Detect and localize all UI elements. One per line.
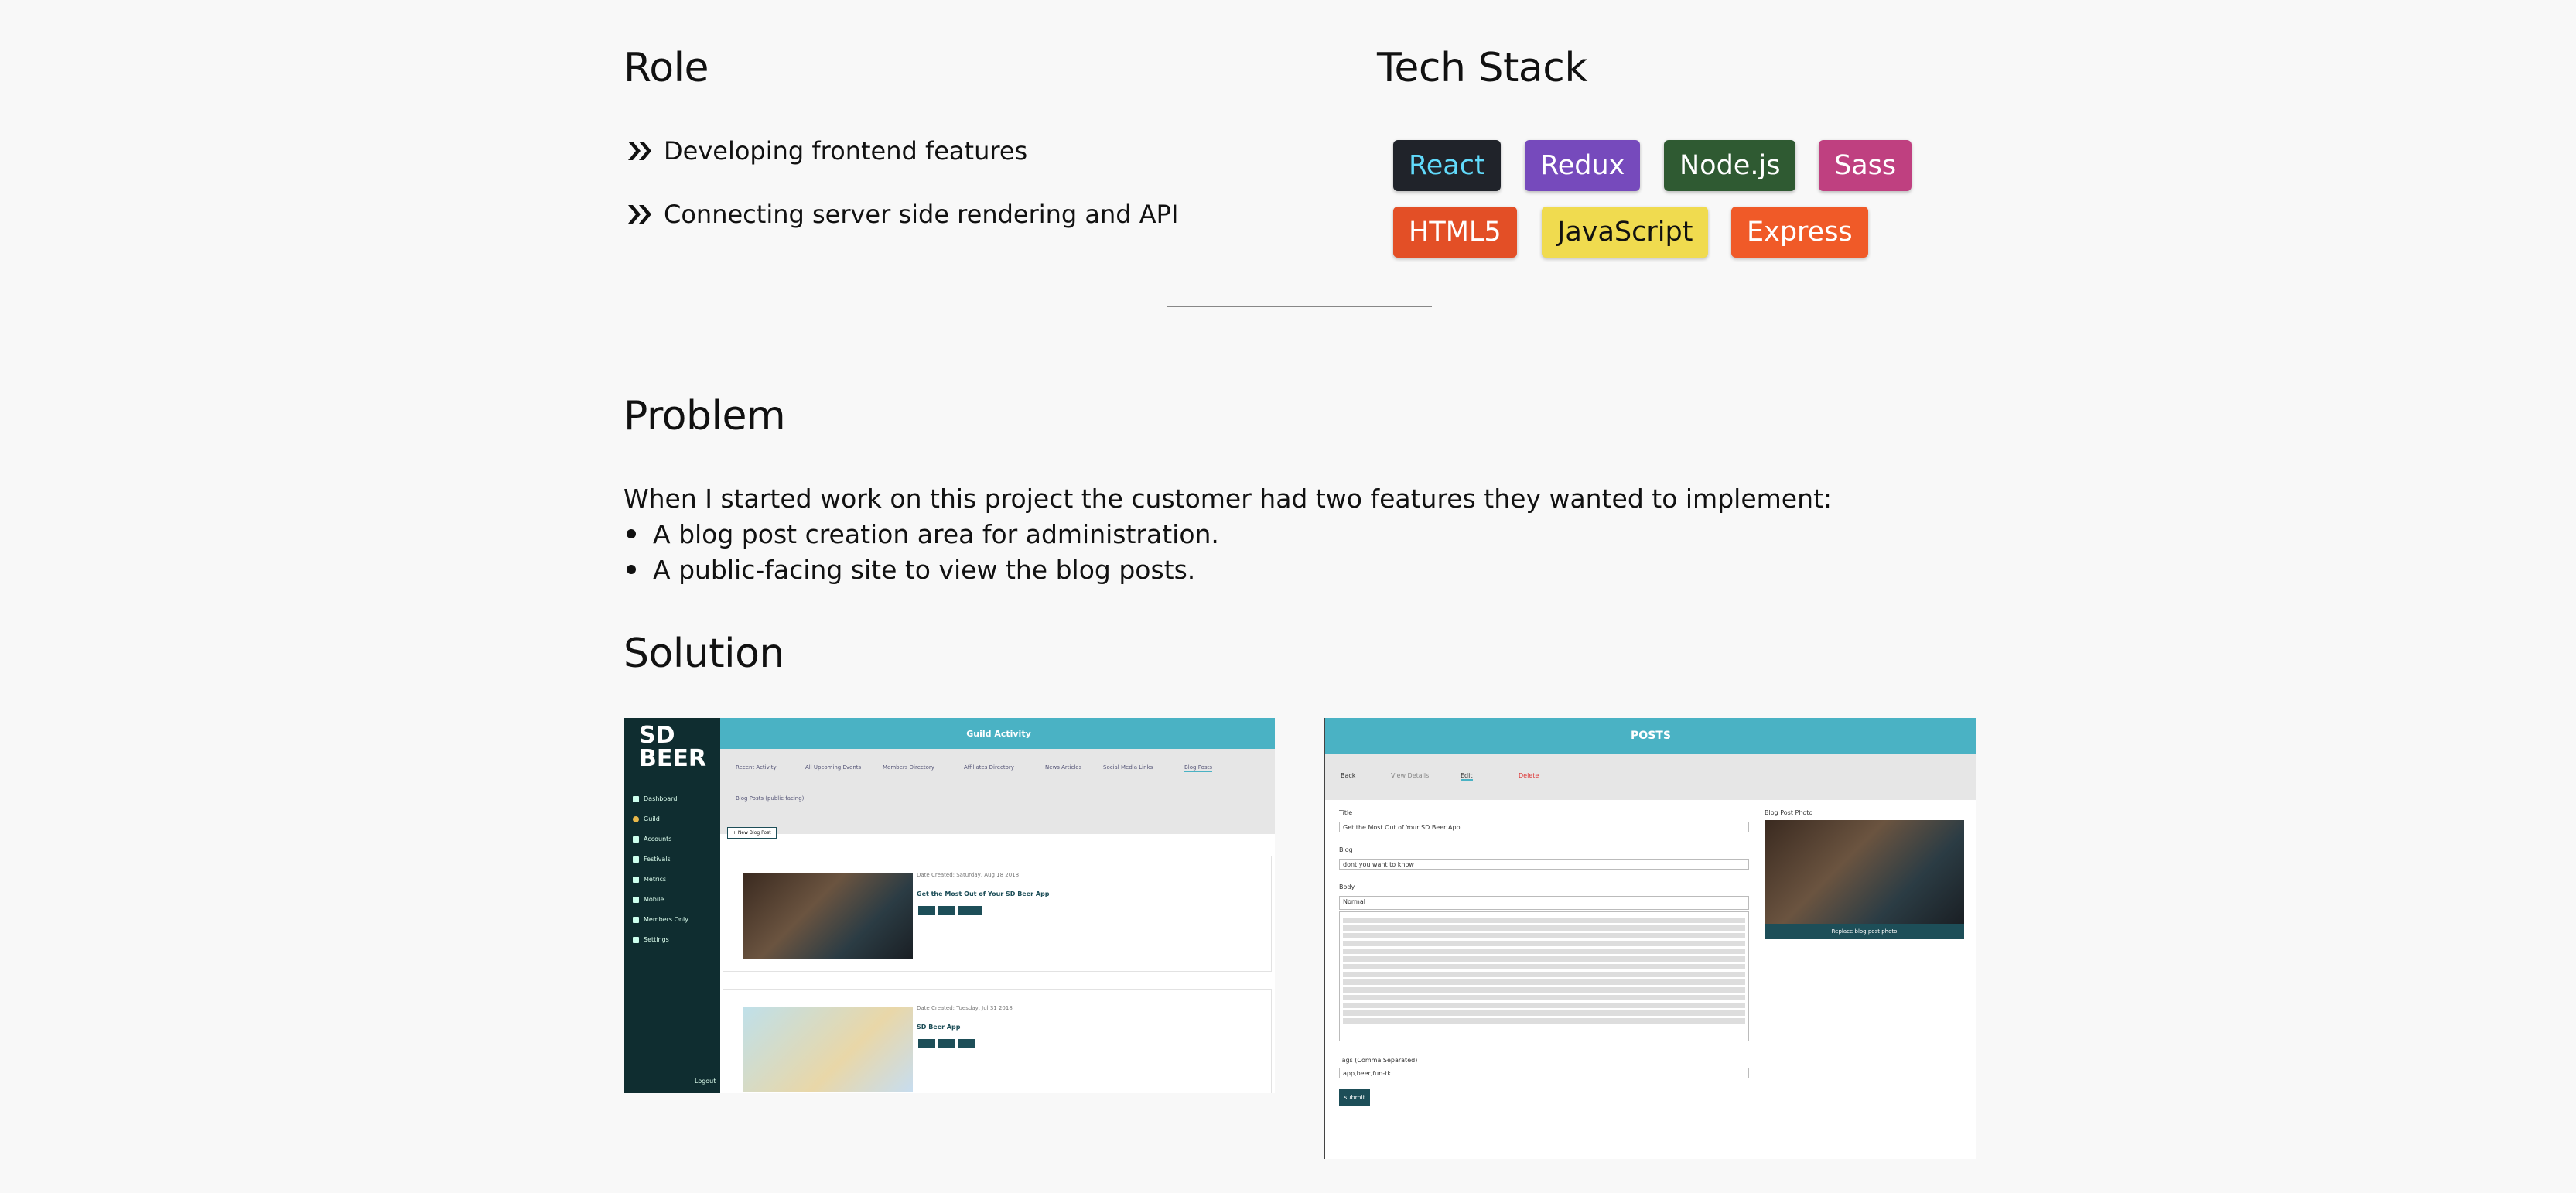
- tab-blog-posts-public[interactable]: Blog Posts (public facing): [736, 795, 804, 802]
- tech-badge-redux: Redux: [1525, 140, 1641, 191]
- sidebar-item-metrics[interactable]: Metrics: [633, 876, 666, 883]
- blog-post-photo: [743, 873, 913, 959]
- tech-stack-heading: Tech Stack: [1377, 45, 1587, 91]
- tech-badge-nodejs: Node.js: [1664, 140, 1796, 191]
- tab-members-directory[interactable]: Members Directory: [883, 764, 934, 771]
- body-label: Body: [1339, 884, 1355, 890]
- tech-badge-react: React: [1393, 140, 1501, 191]
- posts-header: POSTS: [1325, 718, 1976, 754]
- sidebar-item-festivals[interactable]: Festivals: [633, 856, 671, 863]
- body-editor[interactable]: [1339, 911, 1749, 1041]
- tech-badge-express: Express: [1731, 207, 1868, 258]
- replace-photo-button[interactable]: Replace blog post photo: [1765, 924, 1964, 939]
- post-date: Date Created: Saturday, Aug 18 2018: [917, 872, 1020, 878]
- view-details-button[interactable]: View Details: [1391, 772, 1429, 779]
- tab-affiliates-directory[interactable]: Affiliates Directory: [964, 764, 1014, 771]
- tab-blog-posts[interactable]: Blog Posts: [1184, 764, 1212, 772]
- double-chevron-icon: [628, 142, 651, 160]
- tech-badge-javascript: JavaScript: [1542, 207, 1709, 258]
- blog-input[interactable]: dont you want to know: [1339, 859, 1749, 870]
- problem-bullet: A blog post creation area for administra…: [624, 517, 1832, 552]
- blog-post-card: Date Created: Tuesday, Jul 31 2018 SD Be…: [723, 989, 1272, 1093]
- role-item: Developing frontend features: [627, 133, 1178, 169]
- edit-button[interactable]: Edit: [1461, 772, 1473, 781]
- double-chevron-icon: [628, 205, 651, 224]
- logout-link[interactable]: Logout: [695, 1078, 716, 1085]
- post-action-button[interactable]: [958, 906, 982, 915]
- problem-bullet: A public-facing site to view the blog po…: [624, 552, 1832, 588]
- blog-post-card: Date Created: Saturday, Aug 18 2018 Get …: [723, 856, 1272, 972]
- bullet-dot: [627, 565, 636, 574]
- sidebar-item-members-only[interactable]: Members Only: [633, 916, 688, 923]
- tab-bar: Recent Activity All Upcoming Events Memb…: [720, 749, 1275, 834]
- bullet-dot: [627, 529, 636, 538]
- back-button[interactable]: Back: [1341, 772, 1355, 779]
- sd-beer-logo: SD BEER: [639, 722, 706, 772]
- tab-recent-activity[interactable]: Recent Activity: [736, 764, 777, 771]
- solution-screenshot-editor: POSTS Back View Details Edit Delete Titl…: [1324, 718, 1976, 1159]
- sidebar: SD BEER Dashboard Guild Accounts Festiva…: [624, 718, 720, 1093]
- problem-intro: When I started work on this project the …: [624, 484, 1833, 514]
- post-action-button[interactable]: [918, 1039, 935, 1048]
- problem-body: When I started work on this project the …: [624, 481, 1832, 588]
- tab-social-media-links[interactable]: Social Media Links: [1103, 764, 1153, 771]
- guild-activity-header: Guild Activity: [720, 718, 1275, 749]
- tech-badge-sass: Sass: [1819, 140, 1912, 191]
- solution-heading: Solution: [624, 631, 784, 677]
- photo-label: Blog Post Photo: [1765, 809, 1813, 816]
- sidebar-item-mobile[interactable]: Mobile: [633, 896, 664, 903]
- tags-label: Tags (Comma Separated): [1339, 1057, 1418, 1064]
- tab-upcoming-events[interactable]: All Upcoming Events: [805, 764, 861, 771]
- tags-input[interactable]: app,beer,fun-tk: [1339, 1068, 1749, 1078]
- problem-bullet-text: A public-facing site to view the blog po…: [653, 555, 1196, 585]
- role-list: Developing frontend features Connecting …: [627, 133, 1178, 232]
- submit-button[interactable]: submit: [1339, 1089, 1370, 1106]
- delete-button[interactable]: Delete: [1519, 772, 1539, 779]
- problem-heading: Problem: [624, 393, 786, 439]
- problem-bullet-text: A blog post creation area for administra…: [653, 519, 1219, 549]
- blog-label: Blog: [1339, 846, 1353, 853]
- sidebar-item-dashboard[interactable]: Dashboard: [633, 795, 677, 802]
- sidebar-item-settings[interactable]: Settings: [633, 936, 669, 943]
- role-item-label: Connecting server side rendering and API: [664, 200, 1179, 229]
- post-action-button[interactable]: [918, 906, 935, 915]
- post-action-button[interactable]: [938, 906, 955, 915]
- post-title: Get the Most Out of Your SD Beer App: [917, 890, 1050, 897]
- role-item-label: Developing frontend features: [664, 136, 1028, 166]
- role-heading: Role: [624, 45, 709, 91]
- blog-post-photo: [743, 1007, 913, 1092]
- sidebar-item-accounts[interactable]: Accounts: [633, 836, 671, 843]
- tech-badge-html5: HTML5: [1393, 207, 1517, 258]
- tab-news-articles[interactable]: News Articles: [1045, 764, 1081, 771]
- post-date: Date Created: Tuesday, Jul 31 2018: [917, 1005, 1013, 1011]
- solution-screenshot-admin: SD BEER Dashboard Guild Accounts Festiva…: [624, 718, 1275, 1093]
- new-blog-post-button[interactable]: + New Blog Post: [727, 827, 777, 839]
- sidebar-item-guild[interactable]: Guild: [633, 815, 660, 822]
- post-title: SD Beer App: [917, 1024, 961, 1031]
- editor-toolbar: Back View Details Edit Delete: [1325, 754, 1976, 800]
- title-input[interactable]: Get the Most Out of Your SD Beer App: [1339, 822, 1749, 832]
- post-action-button[interactable]: [938, 1039, 955, 1048]
- title-label: Title: [1339, 809, 1353, 816]
- section-divider: [1167, 306, 1432, 307]
- role-item: Connecting server side rendering and API: [627, 197, 1178, 232]
- rich-text-toolbar[interactable]: Normal: [1339, 896, 1749, 910]
- post-action-button[interactable]: [958, 1039, 975, 1048]
- blog-post-photo: [1765, 820, 1964, 924]
